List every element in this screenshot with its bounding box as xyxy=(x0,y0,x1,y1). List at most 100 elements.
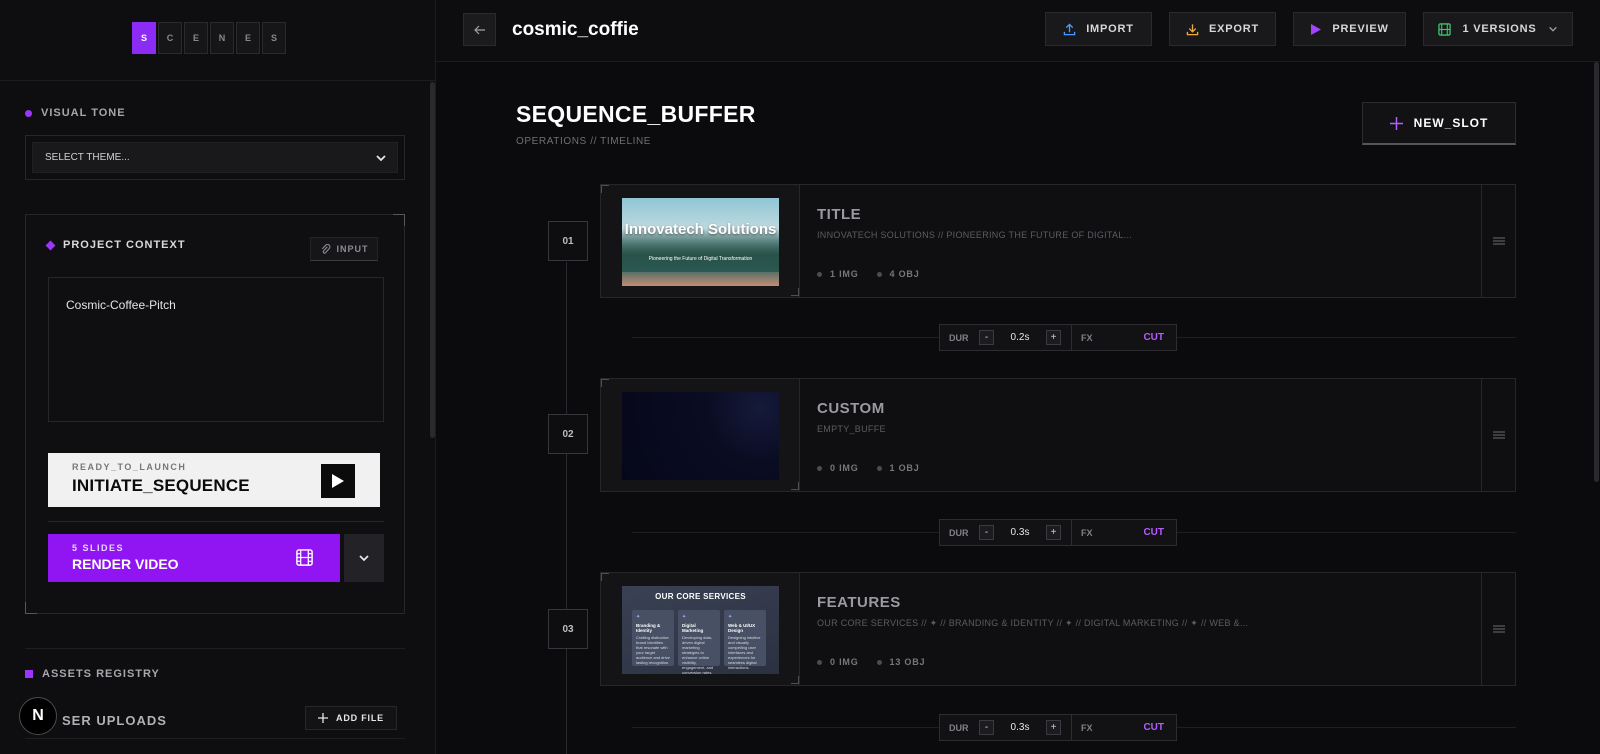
render-options-button[interactable] xyxy=(344,534,384,582)
back-button[interactable] xyxy=(463,13,496,46)
effect-selector[interactable]: FX CUT xyxy=(1072,527,1176,538)
add-file-label: ADD FILE xyxy=(336,713,384,723)
film-icon xyxy=(1438,22,1451,36)
drag-handle[interactable] xyxy=(1481,379,1515,491)
launch-label: INITIATE_SEQUENCE xyxy=(72,476,250,495)
plus-icon xyxy=(1389,116,1403,130)
image-count: 0 IMG xyxy=(817,657,859,667)
sidebar-scrollbar[interactable] xyxy=(430,82,435,438)
corner-decoration xyxy=(601,185,609,193)
effect-value: CUT xyxy=(1143,332,1164,343)
sequence-subtitle: OPERATIONS // TIMELINE xyxy=(516,136,652,147)
preview-label: PREVIEW xyxy=(1332,23,1389,35)
slot-title: CUSTOM xyxy=(817,400,885,417)
render-video-button[interactable]: 5 SLIDES RENDER VIDEO xyxy=(48,534,340,582)
plus-icon xyxy=(318,713,329,723)
thumb-card: ✦ Web & UI/UX Design Designing intuitive a… xyxy=(724,610,766,670)
visual-tone-heading: VISUAL TONE xyxy=(25,107,126,119)
theme-select[interactable]: SELECT THEME... xyxy=(32,142,398,173)
corner-decoration xyxy=(791,676,799,684)
timeline-line xyxy=(566,262,567,754)
sparkle-icon: ✦ xyxy=(728,614,733,620)
corner-decoration xyxy=(791,288,799,296)
slot-card[interactable]: CUSTOM EMPTY_BUFFE 0 IMG 1 OBJ xyxy=(600,378,1516,492)
thumb-card: ✦ Branding & Identity Crafting distinctive… xyxy=(632,610,674,666)
import-label: IMPORT xyxy=(1086,23,1134,35)
sparkle-icon: ✦ xyxy=(682,614,687,620)
download-icon xyxy=(1186,23,1199,35)
preview-button[interactable]: PREVIEW xyxy=(1293,12,1406,46)
image-count: 1 IMG xyxy=(817,269,859,279)
duration-label: DUR xyxy=(949,332,969,343)
duration-increase-button[interactable]: + xyxy=(1046,720,1061,735)
input-button-label: INPUT xyxy=(336,244,369,254)
versions-label: 1 VERSIONS xyxy=(1462,23,1537,35)
launch-status: READY_TO_LAUNCH xyxy=(72,462,187,472)
slot-number: 01 xyxy=(548,221,588,261)
main-scrollbar[interactable] xyxy=(1594,62,1599,482)
versions-dropdown[interactable]: 1 VERSIONS xyxy=(1423,12,1573,46)
slot-thumbnail[interactable]: Innovatech Solutions Pioneering the Futu… xyxy=(622,198,779,286)
duration-value[interactable]: 0.2s xyxy=(994,332,1046,343)
slot-card[interactable]: Innovatech Solutions Pioneering the Futu… xyxy=(600,184,1516,298)
paperclip-icon xyxy=(321,243,330,254)
dot-icon xyxy=(876,659,882,665)
logo-letter: C xyxy=(158,22,182,54)
slot-thumbnail[interactable] xyxy=(622,392,779,480)
drag-handle[interactable] xyxy=(1481,185,1515,297)
initiate-sequence-button[interactable]: READY_TO_LAUNCH INITIATE_SEQUENCE xyxy=(48,453,380,507)
dev-tools-badge[interactable]: N xyxy=(19,697,57,735)
duration-value[interactable]: 0.3s xyxy=(994,527,1046,538)
corner-decoration xyxy=(601,573,609,581)
assets-registry-label: ASSETS REGISTRY xyxy=(42,668,160,680)
project-context-textarea[interactable]: Cosmic-Coffee-Pitch xyxy=(48,277,384,422)
slot-thumbnail-frame xyxy=(601,379,800,491)
input-button[interactable]: INPUT xyxy=(310,237,378,261)
duration-control: DUR - 0.3s + xyxy=(940,520,1072,545)
effect-selector[interactable]: FX CUT xyxy=(1072,332,1176,343)
dot-icon xyxy=(25,109,32,117)
sparkle-icon: ✦ xyxy=(636,614,641,620)
slot-description: OUR CORE SERVICES // ✦ // BRANDING & IDE… xyxy=(817,618,1249,628)
duration-value[interactable]: 0.3s xyxy=(994,722,1046,733)
corner-decoration xyxy=(601,379,609,387)
dot-icon xyxy=(817,659,822,665)
duration-increase-button[interactable]: + xyxy=(1046,330,1061,345)
duration-label: DUR xyxy=(949,527,969,538)
slot-thumbnail[interactable]: OUR CORE SERVICES ✦ Branding & Identity Cr… xyxy=(622,586,779,674)
duration-control: DUR - 0.2s + xyxy=(940,325,1072,350)
thumb-cards: ✦ Branding & Identity Crafting distinctive… xyxy=(632,610,766,674)
corner-decoration xyxy=(791,482,799,490)
thumb-card-title: Branding & Identity xyxy=(636,623,661,633)
logo-letter: E xyxy=(184,22,208,54)
import-button[interactable]: IMPORT xyxy=(1045,12,1152,46)
slot-card[interactable]: OUR CORE SERVICES ✦ Branding & Identity Cr… xyxy=(600,572,1516,686)
object-count: 1 OBJ xyxy=(876,463,920,473)
export-button[interactable]: EXPORT xyxy=(1169,12,1276,46)
scenes-logo[interactable]: S C E N E S xyxy=(132,22,286,54)
slot-description: EMPTY_BUFFE xyxy=(817,424,886,434)
new-slot-button[interactable]: NEW_SLOT xyxy=(1362,102,1516,145)
badge-letter: N xyxy=(32,707,44,724)
duration-decrease-button[interactable]: - xyxy=(979,525,994,540)
thumb-card-text: Designing intuitive and visually compell… xyxy=(728,635,761,670)
drag-handle[interactable] xyxy=(1481,573,1515,685)
dot-icon xyxy=(876,465,882,471)
effect-selector[interactable]: FX CUT xyxy=(1072,722,1176,733)
fx-label: FX xyxy=(1081,527,1093,538)
duration-control: DUR - 0.3s + xyxy=(940,715,1072,740)
duration-decrease-button[interactable]: - xyxy=(979,330,994,345)
project-context-card: PROJECT CONTEXT INPUT Cosmic-Coffee-Pitc… xyxy=(25,214,405,614)
duration-increase-button[interactable]: + xyxy=(1046,525,1061,540)
fx-label: FX xyxy=(1081,722,1093,733)
duration-decrease-button[interactable]: - xyxy=(979,720,994,735)
divider xyxy=(25,648,405,649)
thumb-title: Innovatech Solutions xyxy=(624,221,777,238)
thumb-card-text: Crafting distinctive brand identities th… xyxy=(636,635,670,665)
logo-letter: N xyxy=(210,22,234,54)
thumb-card-text: Developing data-driven digital marketing… xyxy=(682,635,714,674)
divider xyxy=(48,521,384,522)
add-file-button[interactable]: ADD FILE xyxy=(305,706,397,730)
duration-label: DUR xyxy=(949,722,969,733)
chevron-down-icon xyxy=(1549,26,1557,32)
